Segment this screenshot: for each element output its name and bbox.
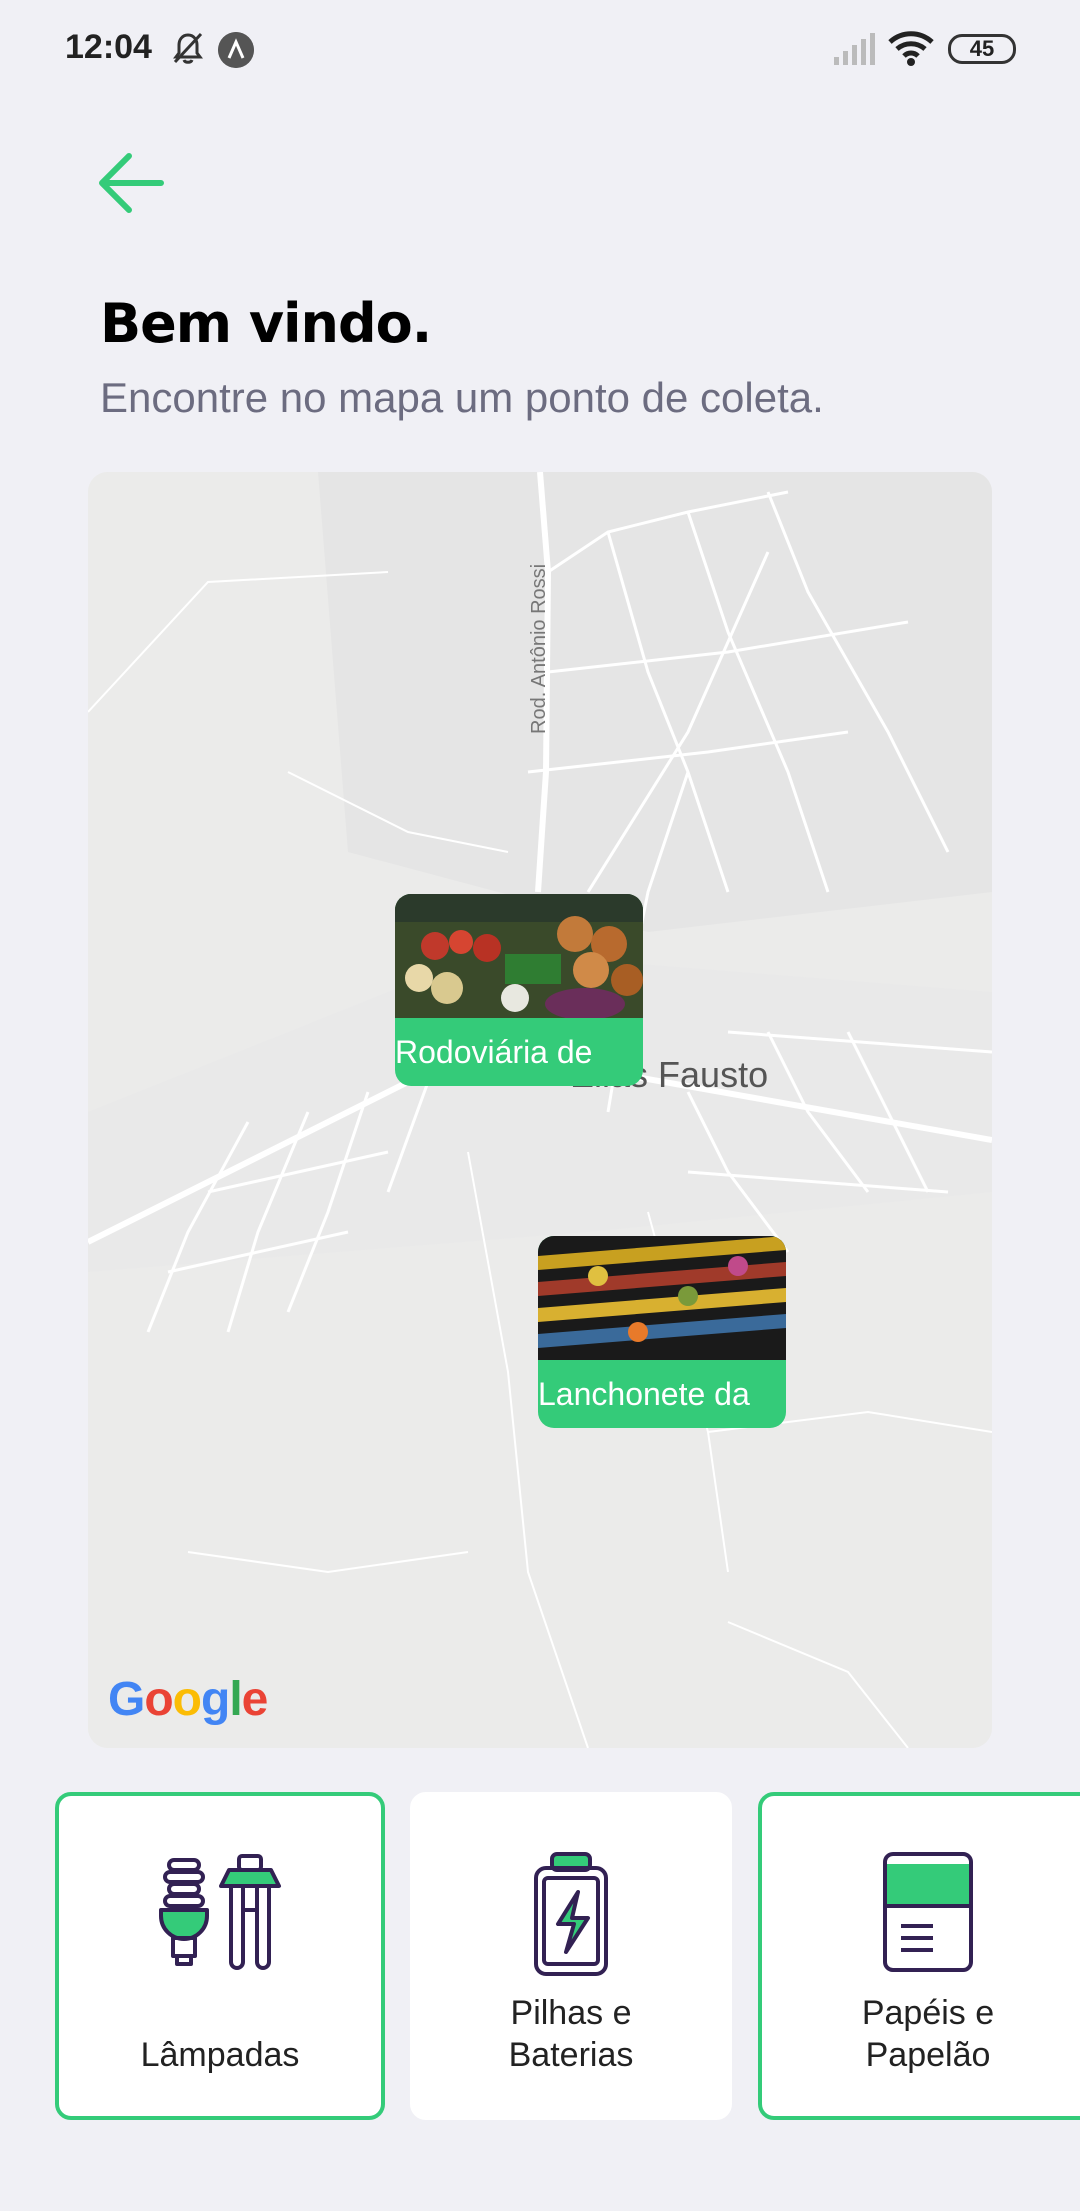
marker-image xyxy=(395,894,643,1018)
arrow-left-icon[interactable] xyxy=(95,150,167,216)
paper-icon xyxy=(883,1852,973,1972)
wifi-icon xyxy=(888,31,934,66)
item-pilhas-baterias[interactable]: Pilhas e Baterias xyxy=(410,1792,732,2120)
mute-bell-icon xyxy=(173,32,203,64)
item-papeis-papelao[interactable]: Papéis e Papelão xyxy=(758,1792,1080,2120)
status-time: 12:04 xyxy=(65,28,152,66)
lamp-icon xyxy=(159,1854,281,1970)
google-logo: Google xyxy=(108,1673,268,1726)
item-label: Papéis e Papelão xyxy=(861,1994,995,2074)
item-label: Pilhas e Baterias xyxy=(508,1994,634,2074)
marker-label: Rodoviária de xyxy=(395,1034,593,1070)
app-notification-icon xyxy=(218,32,254,68)
battery-indicator: 45 xyxy=(948,34,1016,64)
marker-image xyxy=(538,1236,786,1360)
marker-label: Lanchonete da xyxy=(538,1376,750,1412)
status-bar: 12:04 45 xyxy=(0,0,1080,100)
map-marker[interactable]: Lanchonete da xyxy=(538,1236,786,1428)
page-title: Bem vindo. xyxy=(100,292,432,355)
map[interactable]: Rod. Antônio Rossi Elias Fausto Rodoviár… xyxy=(88,472,992,1748)
map-road-label: Rod. Antônio Rossi xyxy=(528,563,550,734)
map-marker[interactable]: Rodoviária de xyxy=(395,894,643,1086)
item-lampadas[interactable]: Lâmpadas xyxy=(55,1792,385,2120)
item-label: Lâmpadas xyxy=(140,2036,300,2074)
page-subtitle: Encontre no mapa um ponto de coleta. xyxy=(100,374,824,421)
cell-signal-icon xyxy=(834,33,875,65)
battery-icon xyxy=(534,1852,608,1976)
